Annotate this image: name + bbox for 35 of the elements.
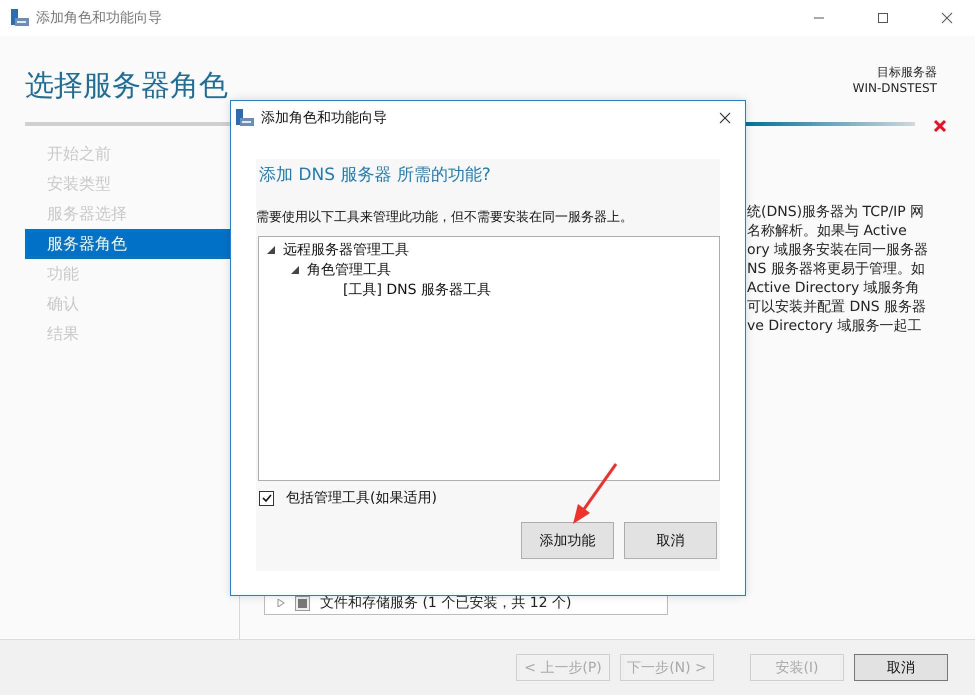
tree-item[interactable]: 角色管理工具 [307, 260, 391, 280]
dialog-button[interactable]: 添加功能 [521, 522, 614, 559]
server-icon [10, 9, 30, 27]
description-text: ory 域服务安装在同一服务器 [747, 241, 930, 260]
tree-view[interactable]: 远程服务器管理工具 角色管理工具 [工具] DNS 服务器工具 [258, 236, 720, 481]
close-icon[interactable] [719, 112, 731, 124]
dialog-button[interactable]: 取消 [624, 522, 717, 559]
close-icon[interactable] [941, 12, 953, 24]
annotation-arrow [570, 462, 620, 526]
maximize-icon[interactable] [877, 12, 889, 24]
description-text: 可以安装并配置 DNS 服务器 [747, 298, 928, 317]
server-icon [235, 109, 255, 127]
dialog-title: 添加角色和功能向导 [261, 109, 387, 127]
expand-icon[interactable] [277, 599, 285, 607]
description-text: Active Directory 域服务角 [747, 279, 921, 298]
description-text: 名称解析。如果与 Active [747, 222, 908, 241]
description-text: ve Directory 域服务一起工 [747, 317, 922, 336]
page-title: 选择服务器角色 [25, 67, 228, 104]
dialog-heading: 添加 DNS 服务器 所需的功能? [259, 164, 492, 186]
window-title: 添加角色和功能向导 [36, 9, 162, 27]
target-server-name: WIN-DNSTEST [852, 80, 937, 96]
dialog-message: 需要使用以下工具来管理此功能，但不需要安装在同一服务器上。 [256, 209, 634, 226]
checkbox-label[interactable]: 包括管理工具(如果适用) [286, 489, 437, 507]
role-label[interactable]: 文件和存储服务 (1 个已安装，共 12 个) [320, 594, 572, 612]
description-text: NS 服务器将更易于管理。如 [747, 260, 926, 279]
target-server-label: 目标服务器 [877, 64, 937, 80]
footer-button[interactable]: 取消 [854, 654, 948, 681]
checkbox[interactable] [259, 490, 274, 506]
checkbox[interactable] [295, 596, 310, 610]
collapse-icon[interactable] [267, 246, 275, 254]
description-text: 统(DNS)服务器为 TCP/IP 网 [747, 203, 926, 222]
error-icon [933, 119, 947, 133]
collapse-icon[interactable] [291, 266, 299, 274]
tree-item[interactable]: [工具] DNS 服务器工具 [343, 280, 491, 300]
tree-item[interactable]: 远程服务器管理工具 [283, 240, 409, 260]
